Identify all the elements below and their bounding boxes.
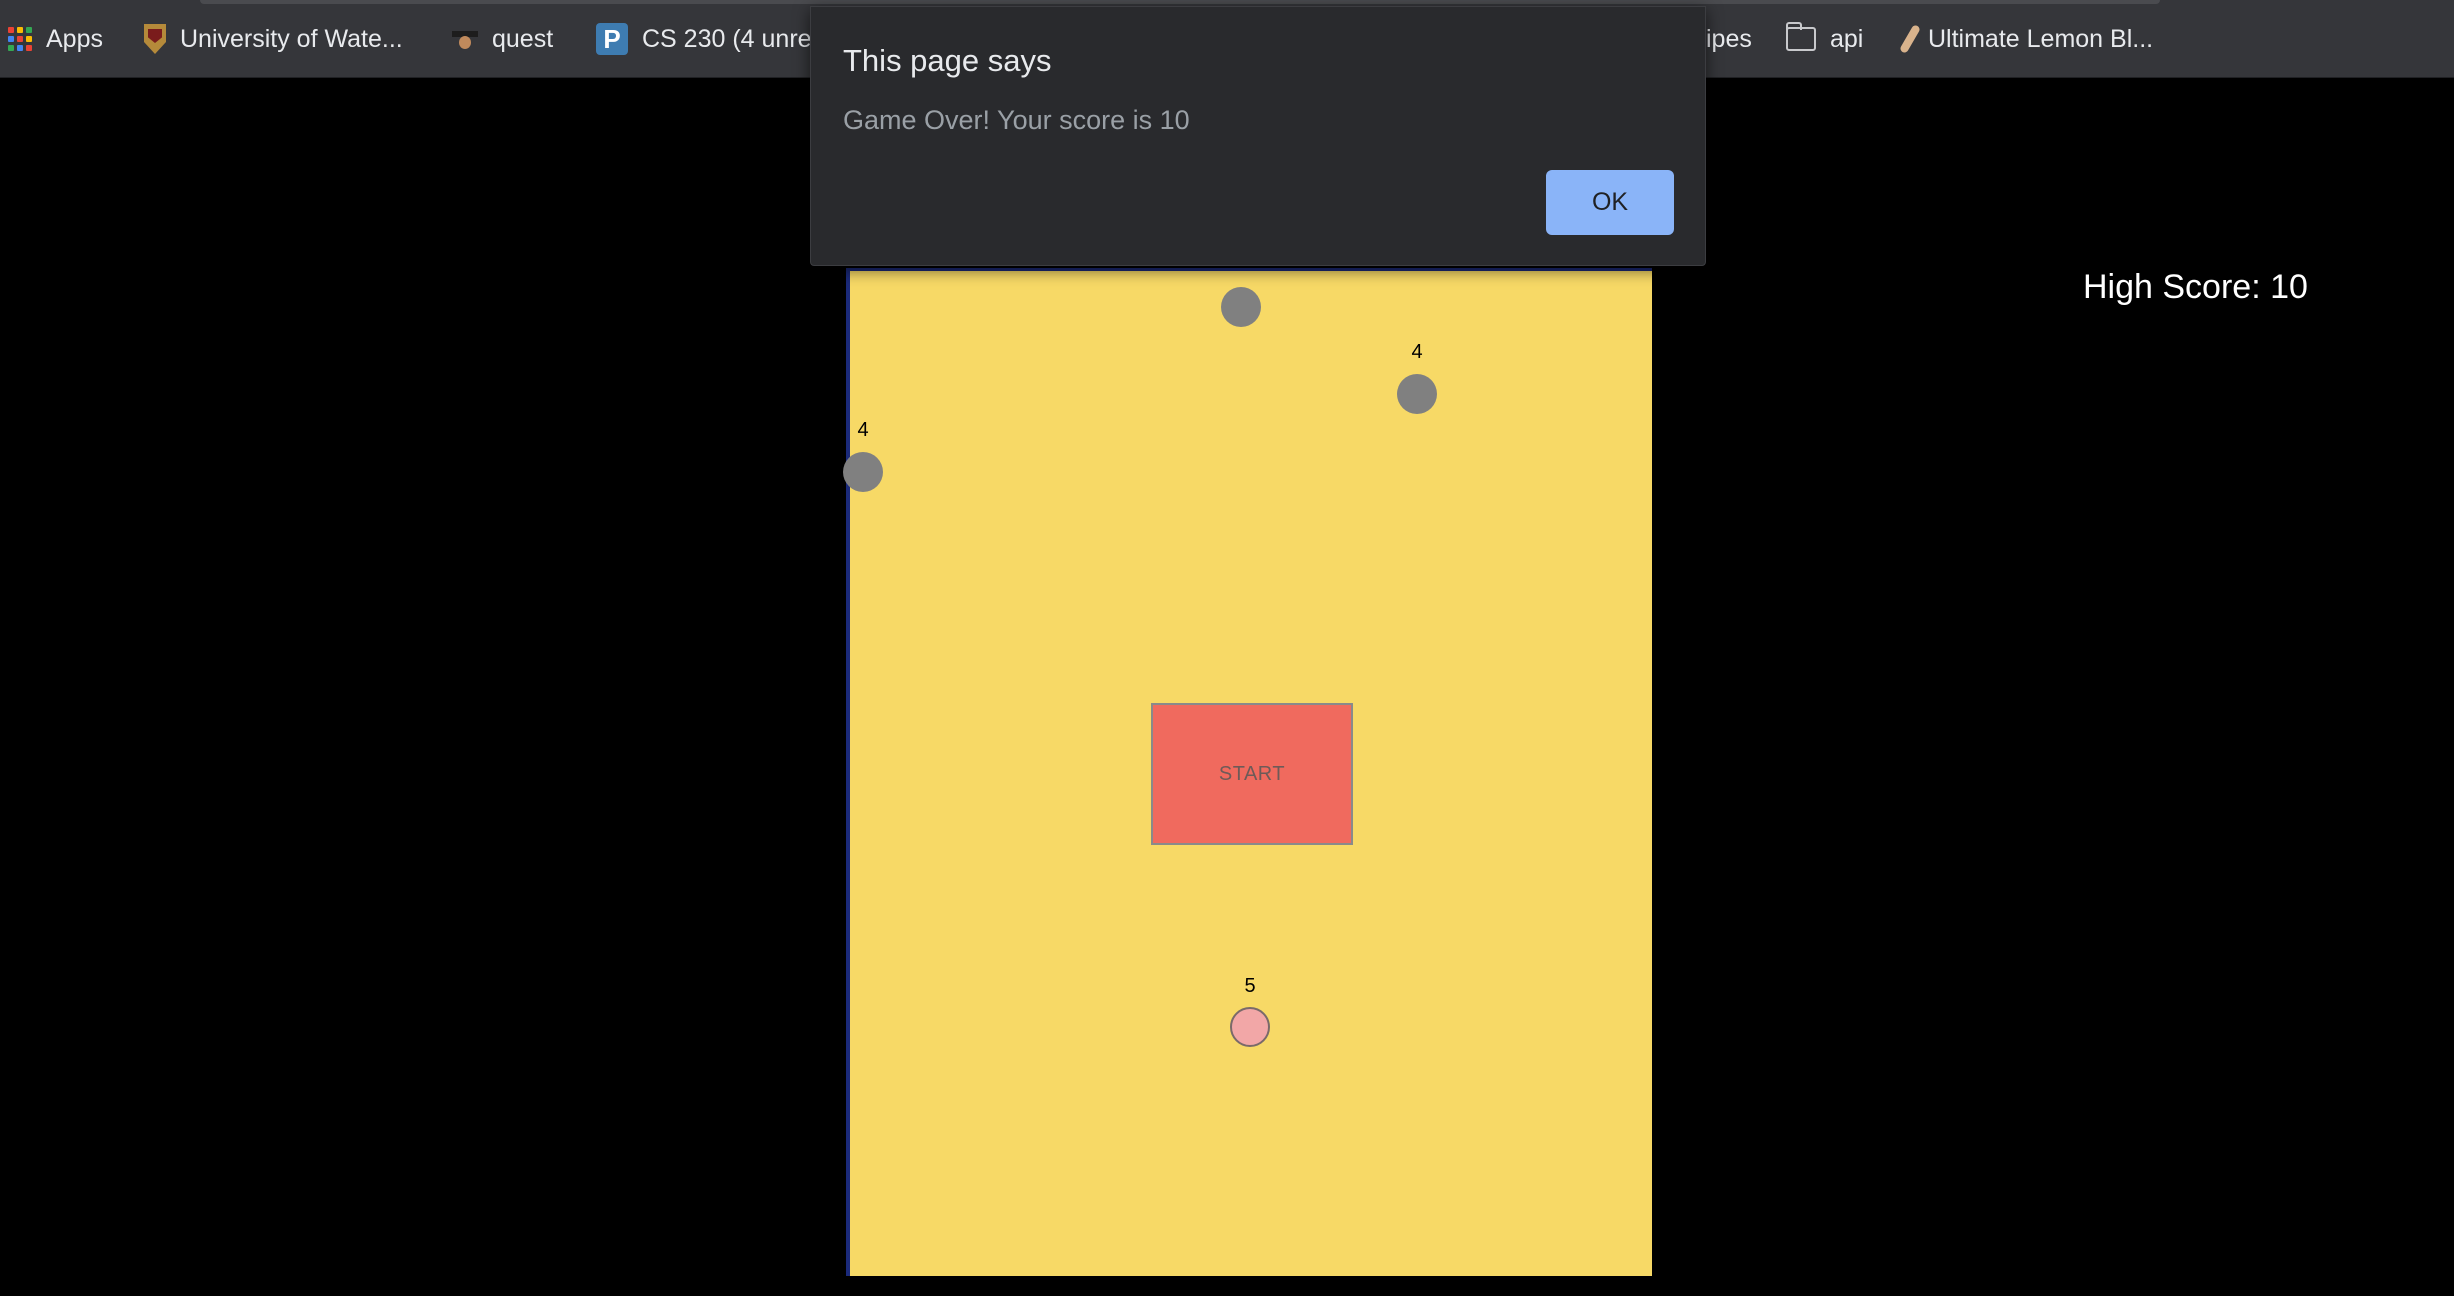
bookmark-label: Ultimate Lemon Bl... (1928, 24, 2154, 53)
bookmark-label: CS 230 (4 unre (642, 24, 812, 53)
tab-strip-edge (200, 0, 2160, 4)
high-score-text: High Score: 10 (2083, 268, 2308, 306)
player-ball-label: 5 (1244, 975, 1256, 997)
bookmark-label: quest (492, 24, 554, 53)
alert-dialog: This page says Game Over! Your score is … (810, 6, 1706, 266)
piazza-icon: P (596, 23, 628, 55)
bookmark-apps[interactable]: Apps (8, 18, 103, 60)
start-button[interactable]: START (1151, 703, 1353, 845)
enemy-ball (1397, 374, 1437, 414)
spoon-icon (1899, 24, 1921, 54)
bookmark-cs230[interactable]: P CS 230 (4 unre (596, 18, 812, 60)
ok-button-label: OK (1591, 188, 1629, 216)
university-shield-icon (144, 24, 166, 54)
bookmark-api[interactable]: api (1786, 18, 1863, 60)
bookmark-quest[interactable]: quest (452, 18, 553, 60)
bookmark-label: api (1830, 24, 1864, 53)
bookmark-lemon[interactable]: Ultimate Lemon Bl... (1899, 18, 2154, 60)
enemy-ball-label: 4 (1411, 341, 1423, 363)
bookmark-label: Apps (46, 24, 103, 53)
apps-grid-icon (8, 27, 32, 51)
alert-title: This page says (843, 43, 1052, 78)
enemy-ball (843, 452, 883, 492)
browser-window: Apps University of Wate... quest P CS 23… (0, 0, 2454, 1296)
folder-icon (1786, 22, 1816, 51)
bookmark-recipes[interactable]: ipes (1706, 18, 1752, 60)
ok-button[interactable]: OK (1546, 170, 1674, 235)
start-button-label: START (1218, 762, 1286, 785)
enemy-ball (1221, 287, 1261, 327)
enemy-ball-label: 4 (857, 419, 869, 441)
bookmark-label: University of Wate... (180, 24, 403, 53)
game-canvas[interactable]: 4 4 START 5 (843, 268, 1652, 1276)
bookmark-label: ipes (1706, 24, 1752, 53)
alert-message: Game Over! Your score is 10 (843, 105, 1190, 135)
quest-icon (452, 27, 478, 51)
bookmark-university[interactable]: University of Wate... (144, 18, 403, 60)
player-ball[interactable] (1230, 1007, 1270, 1047)
